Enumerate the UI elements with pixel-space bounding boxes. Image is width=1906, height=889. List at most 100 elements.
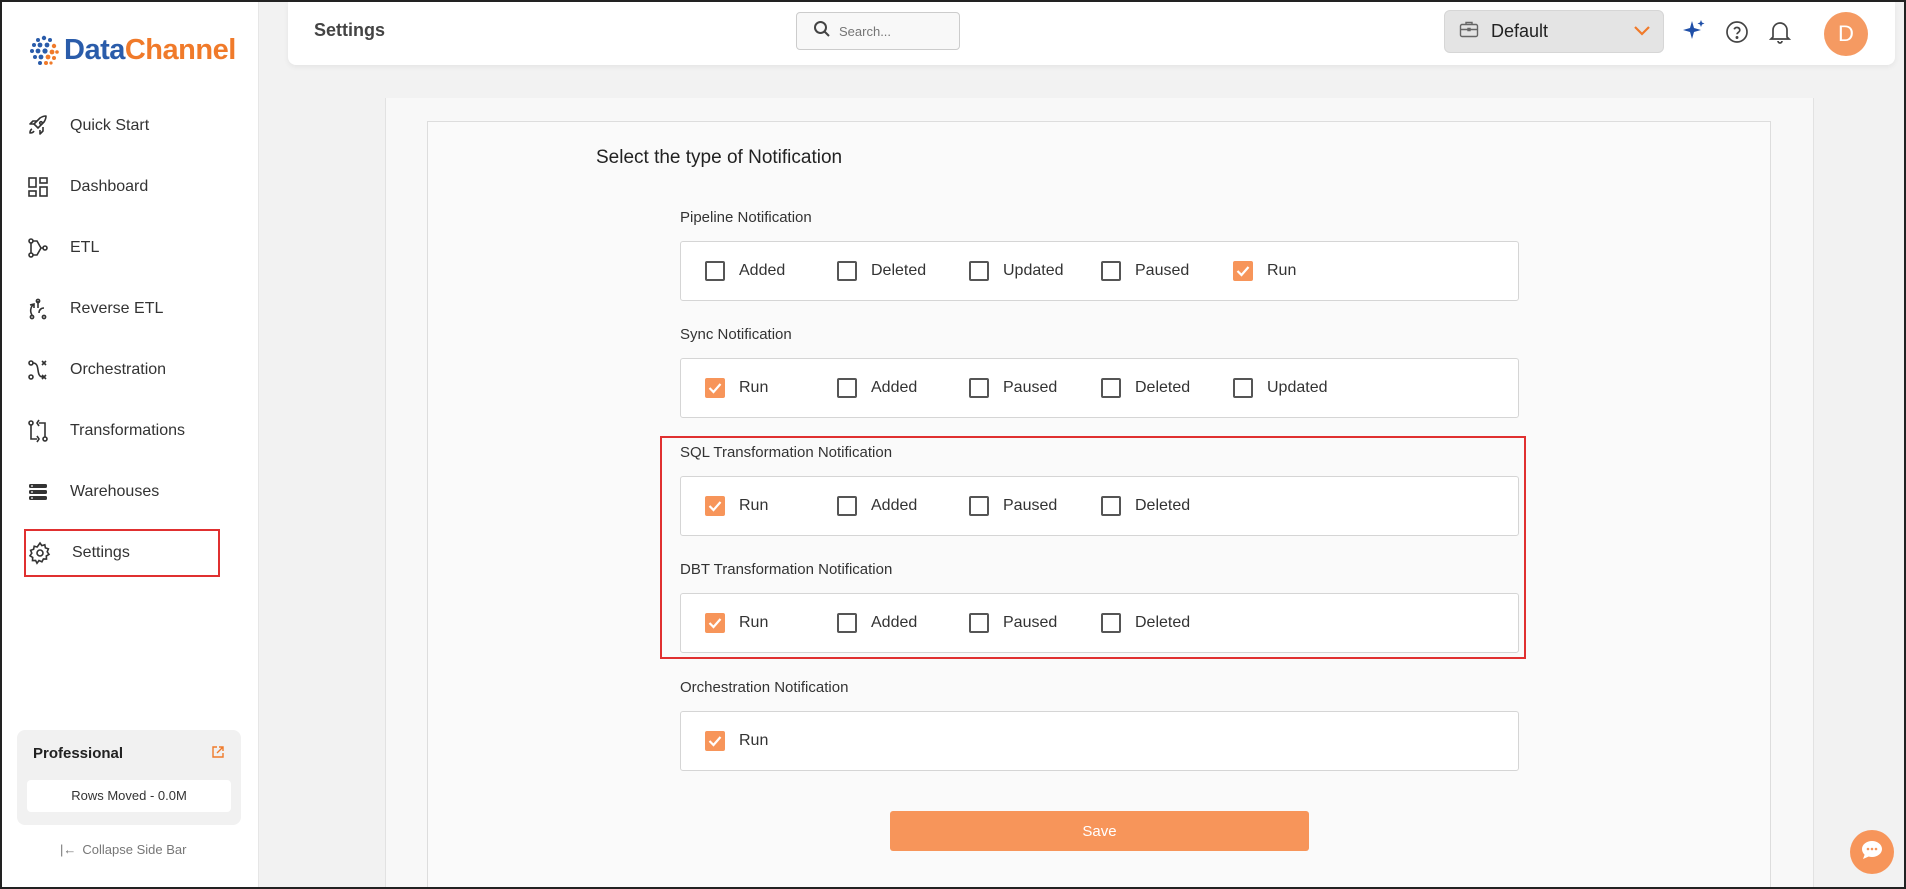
sidebar-item-warehouses[interactable]: Warehouses	[24, 468, 220, 516]
dbt-run-checkbox[interactable]: Run	[705, 594, 768, 652]
rows-moved-badge: Rows Moved - 0.0M	[27, 780, 231, 812]
sql-transformation-notification-label: SQL Transformation Notification	[680, 444, 893, 461]
checkbox-box	[969, 496, 989, 516]
logo-globe-icon	[26, 32, 62, 68]
dashboard-icon	[24, 173, 52, 201]
checkbox-box	[837, 496, 857, 516]
transformations-icon	[24, 417, 52, 445]
dbt-transformation-notification-options: Run Added Paused Deleted	[680, 593, 1519, 653]
rocket-icon	[24, 112, 52, 140]
etl-icon	[24, 234, 52, 262]
plan-card: Professional Rows Moved - 0.0M	[17, 730, 241, 825]
checkbox-box	[837, 378, 857, 398]
checkbox-box	[969, 378, 989, 398]
pipeline-updated-checkbox[interactable]: Updated	[969, 242, 1064, 300]
sidebar-item-label: Orchestration	[70, 361, 167, 378]
workspace-select[interactable]: Default	[1444, 10, 1664, 53]
chat-bubble-icon	[1859, 838, 1885, 867]
checkbox-box	[969, 613, 989, 633]
sql-deleted-checkbox[interactable]: Deleted	[1101, 477, 1190, 535]
sidebar-item-quick-start[interactable]: Quick Start	[24, 102, 220, 150]
sidebar-item-transformations[interactable]: Transformations	[24, 407, 220, 455]
checkbox-box	[837, 261, 857, 281]
chevron-down-icon	[1633, 23, 1651, 42]
workspace-value: Default	[1491, 21, 1549, 41]
sidebar-item-label: Warehouses	[70, 483, 160, 500]
sync-run-checkbox[interactable]: Run	[705, 359, 768, 417]
orchestration-run-checkbox[interactable]: Run	[705, 712, 768, 770]
save-button[interactable]: Save	[890, 811, 1309, 851]
collapse-label: Collapse Side Bar	[82, 842, 187, 857]
pipeline-notification-label: Pipeline Notification	[680, 209, 812, 226]
avatar[interactable]: D	[1824, 12, 1868, 56]
external-link-icon[interactable]	[211, 745, 227, 761]
bell-icon[interactable]	[1766, 18, 1794, 46]
sidebar-item-label: Transformations	[70, 422, 185, 439]
logo[interactable]: DataChannel	[26, 28, 236, 72]
checkbox-box	[1101, 378, 1121, 398]
checkbox-box	[837, 613, 857, 633]
sync-added-checkbox[interactable]: Added	[837, 359, 917, 417]
dbt-deleted-checkbox[interactable]: Deleted	[1101, 594, 1190, 652]
pipeline-notification-options: Added Deleted Updated Paused Run	[680, 241, 1519, 301]
checkmark-icon	[1233, 261, 1253, 281]
checkbox-box	[705, 261, 725, 281]
chat-support-button[interactable]	[1850, 830, 1894, 874]
sync-paused-checkbox[interactable]: Paused	[969, 359, 1057, 417]
sidebar-item-label: Settings	[72, 544, 130, 561]
sidebar-item-label: Quick Start	[70, 117, 150, 134]
search-input[interactable]	[839, 23, 949, 39]
sidebar-item-label: ETL	[70, 239, 100, 256]
sparkle-ai-icon[interactable]	[1680, 18, 1708, 46]
reverse-etl-icon	[24, 295, 52, 323]
sync-deleted-checkbox[interactable]: Deleted	[1101, 359, 1190, 417]
sql-added-checkbox[interactable]: Added	[837, 477, 917, 535]
sidebar-item-etl[interactable]: ETL	[24, 224, 220, 272]
pipeline-deleted-checkbox[interactable]: Deleted	[837, 242, 926, 300]
plan-title: Professional	[33, 745, 124, 762]
dbt-transformation-notification-label: DBT Transformation Notification	[680, 561, 893, 578]
pipeline-added-checkbox[interactable]: Added	[705, 242, 785, 300]
collapse-sidebar-button[interactable]: |← Collapse Side Bar	[60, 842, 186, 857]
sync-notification-label: Sync Notification	[680, 326, 792, 343]
help-icon[interactable]	[1723, 18, 1751, 46]
checkmark-icon	[705, 613, 725, 633]
search-box[interactable]	[796, 12, 960, 50]
orchestration-notification-options: Run	[680, 711, 1519, 771]
sidebar-item-reverse-etl[interactable]: Reverse ETL	[24, 285, 220, 333]
sidebar-item-label: Dashboard	[70, 178, 149, 195]
warehouses-icon	[24, 478, 52, 506]
page-title: Settings	[314, 20, 386, 40]
sql-run-checkbox[interactable]: Run	[705, 477, 768, 535]
gear-icon	[26, 539, 54, 567]
collapse-arrow-icon: |←	[60, 842, 77, 857]
sql-transformation-notification-options: Run Added Paused Deleted	[680, 476, 1519, 536]
sync-notification-options: Run Added Paused Deleted Updated	[680, 358, 1519, 418]
checkbox-box	[969, 261, 989, 281]
pipeline-paused-checkbox[interactable]: Paused	[1101, 242, 1189, 300]
checkbox-box	[1101, 613, 1121, 633]
orchestration-notification-label: Orchestration Notification	[680, 679, 849, 696]
search-icon	[813, 20, 831, 43]
sidebar-item-orchestration[interactable]: Orchestration	[24, 346, 220, 394]
sidebar: DataChannel Quick Start Dashboard ETL Re…	[2, 2, 259, 887]
briefcase-icon	[1459, 20, 1479, 43]
sql-paused-checkbox[interactable]: Paused	[969, 477, 1057, 535]
dbt-paused-checkbox[interactable]: Paused	[969, 594, 1057, 652]
sync-updated-checkbox[interactable]: Updated	[1233, 359, 1328, 417]
checkmark-icon	[705, 378, 725, 398]
checkbox-box	[1101, 496, 1121, 516]
logo-text: DataChannel	[64, 33, 236, 66]
checkbox-box	[1101, 261, 1121, 281]
sidebar-item-dashboard[interactable]: Dashboard	[24, 163, 220, 211]
checkmark-icon	[705, 731, 725, 751]
sidebar-item-label: Reverse ETL	[70, 300, 164, 317]
orchestration-icon	[24, 356, 52, 384]
checkbox-box	[1233, 378, 1253, 398]
pipeline-run-checkbox[interactable]: Run	[1233, 242, 1296, 300]
section-title: Select the type of Notification	[596, 147, 843, 168]
dbt-added-checkbox[interactable]: Added	[837, 594, 917, 652]
top-header: Settings Default D	[288, 2, 1895, 65]
sidebar-item-settings[interactable]: Settings	[24, 529, 220, 577]
checkmark-icon	[705, 496, 725, 516]
